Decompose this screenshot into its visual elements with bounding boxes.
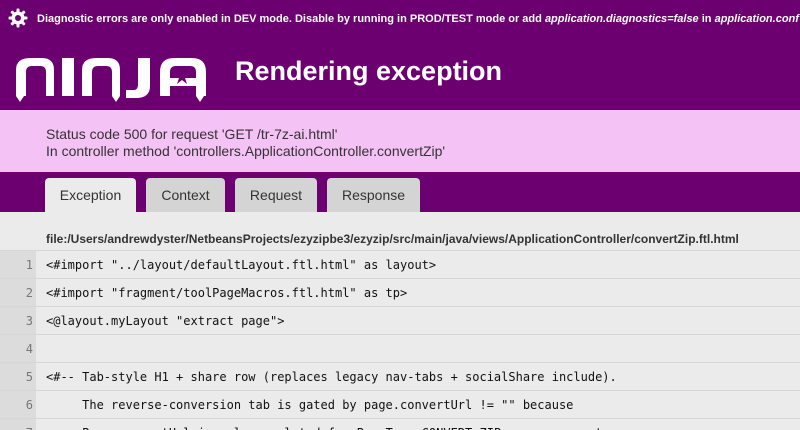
- tab-request[interactable]: Request: [235, 178, 317, 212]
- diagnostic-notice-text: Diagnostic errors are only enabled in DE…: [37, 13, 799, 25]
- notice-setting: application.diagnostics=false: [544, 13, 699, 25]
- code-line: 4: [0, 334, 800, 363]
- code-line: 1 <#import "../layout/defaultLayout.ftl.…: [0, 250, 800, 279]
- line-number: 3: [0, 307, 36, 335]
- tab-response[interactable]: Response: [327, 178, 420, 212]
- line-text: The reverse-conversion tab is gated by p…: [46, 398, 574, 412]
- ninja-logo: [16, 58, 206, 102]
- line-number: 2: [0, 279, 36, 307]
- code-line: 2 <#import "fragment/toolPageMacros.ftl.…: [0, 278, 800, 307]
- status-panel: Status code 500 for request 'GET /tr-7z-…: [0, 110, 800, 172]
- diagnostic-notice-bar: Diagnostic errors are only enabled in DE…: [0, 0, 800, 38]
- notice-file: application.conf: [714, 13, 799, 25]
- line-text: <@layout.myLayout "extract page">: [46, 314, 285, 328]
- line-text: Page.convertUrl is only populated for Pa…: [46, 419, 609, 430]
- line-text: <#-- Tab-style H1 + share row (replaces …: [46, 370, 617, 384]
- controller-method-text: In controller method 'controllers.Applic…: [46, 143, 446, 159]
- line-number: 4: [0, 335, 36, 363]
- page-header: Rendering exception: [0, 38, 800, 110]
- code-line: 6 The reverse-conversion tab is gated by…: [0, 390, 800, 419]
- line-number: 6: [0, 391, 36, 419]
- template-file-path: file:/Users/andrewdyster/NetbeansProject…: [46, 232, 739, 246]
- line-number: 7: [0, 419, 36, 430]
- code-listing: 1 <#import "../layout/defaultLayout.ftl.…: [0, 250, 800, 430]
- code-line: 3 <@layout.myLayout "extract page">: [0, 306, 800, 335]
- notice-middle: in: [698, 13, 715, 25]
- line-number: 5: [0, 363, 36, 391]
- gear-icon[interactable]: [8, 8, 28, 28]
- line-text: <#import "../layout/defaultLayout.ftl.ht…: [46, 258, 437, 272]
- tab-bar: Exception Context Request Response: [0, 172, 800, 212]
- page-title: Rendering exception: [235, 56, 503, 86]
- status-code-text: Status code 500 for request 'GET /tr-7z-…: [46, 126, 338, 142]
- notice-prefix: Diagnostic errors are only enabled in DE…: [37, 13, 545, 25]
- tab-exception[interactable]: Exception: [45, 178, 136, 212]
- line-text: <#import "fragment/toolPageMacros.ftl.ht…: [46, 286, 408, 300]
- line-number: 1: [0, 251, 36, 279]
- code-line: 7 Page.convertUrl is only populated for …: [0, 418, 800, 430]
- code-line: 5 <#-- Tab-style H1 + share row (replace…: [0, 362, 800, 391]
- tab-context[interactable]: Context: [146, 178, 225, 212]
